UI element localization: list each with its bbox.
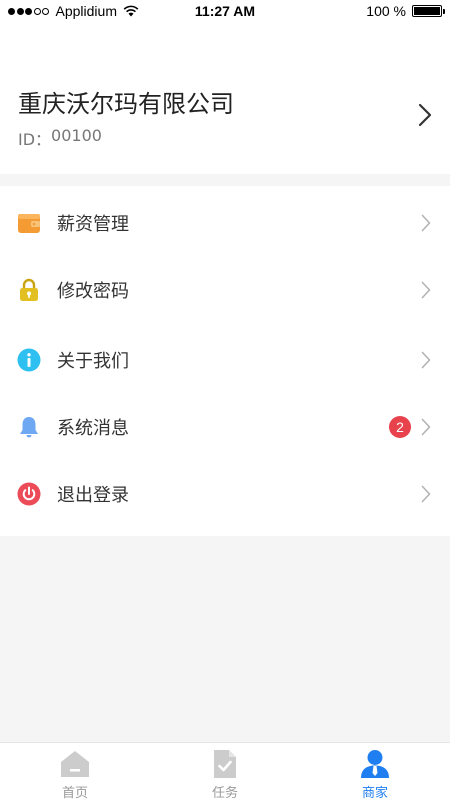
menu-item-label: 退出登录 bbox=[57, 485, 129, 506]
tab-merchant[interactable]: 商家 bbox=[300, 743, 450, 800]
menu-item-label: 系统消息 bbox=[57, 418, 129, 439]
menu-item-about-us[interactable]: 关于我们 bbox=[0, 327, 450, 393]
merchant-icon bbox=[361, 750, 389, 778]
wallet-icon bbox=[18, 214, 40, 233]
menu-item-label: 薪资管理 bbox=[57, 214, 129, 235]
task-icon bbox=[214, 750, 236, 778]
settings-menu: 薪资管理 修改密码 关于我们 系统消息 2 退出登录 bbox=[0, 186, 450, 536]
tab-home[interactable]: 首页 bbox=[0, 743, 150, 800]
bell-icon bbox=[20, 417, 38, 438]
menu-item-label: 修改密码 bbox=[57, 281, 129, 302]
company-id-label: ID： bbox=[18, 130, 52, 149]
menu-item-logout[interactable]: 退出登录 bbox=[0, 461, 450, 527]
battery-fill bbox=[414, 7, 440, 15]
lock-icon bbox=[20, 278, 38, 301]
status-bar: Applidium 11:27 AM 100 % bbox=[0, 0, 450, 24]
unread-count-badge: 2 bbox=[389, 416, 411, 438]
status-right: 100 % bbox=[366, 3, 445, 19]
battery-icon bbox=[412, 5, 445, 17]
menu-item-salary[interactable]: 薪资管理 bbox=[0, 190, 450, 256]
company-name: 重庆沃尔玛有限公司 bbox=[18, 90, 234, 118]
menu-item-system-messages[interactable]: 系统消息 2 bbox=[0, 394, 450, 460]
tab-label: 任务 bbox=[211, 786, 238, 800]
info-icon bbox=[17, 348, 41, 372]
tab-tasks[interactable]: 任务 bbox=[150, 743, 300, 800]
chevron-right-icon bbox=[421, 281, 431, 299]
chevron-right-icon bbox=[421, 214, 431, 232]
company-id-value: 00100 bbox=[51, 126, 102, 145]
tab-label: 商家 bbox=[361, 786, 388, 800]
home-icon bbox=[61, 751, 89, 777]
menu-item-change-password[interactable]: 修改密码 bbox=[0, 257, 450, 323]
power-icon bbox=[17, 482, 41, 506]
company-header[interactable]: 重庆沃尔玛有限公司 ID： 00100 bbox=[0, 24, 450, 174]
chevron-right-icon bbox=[421, 351, 431, 369]
chevron-right-icon[interactable] bbox=[418, 103, 432, 127]
bottom-tab-bar: 首页 任务 商家 bbox=[0, 742, 450, 800]
company-id: ID： 00100 bbox=[18, 126, 102, 150]
chevron-right-icon bbox=[421, 418, 431, 436]
chevron-right-icon bbox=[421, 485, 431, 503]
battery-percentage: 100 % bbox=[366, 3, 406, 19]
tab-label: 首页 bbox=[61, 786, 88, 800]
menu-item-label: 关于我们 bbox=[57, 351, 129, 372]
